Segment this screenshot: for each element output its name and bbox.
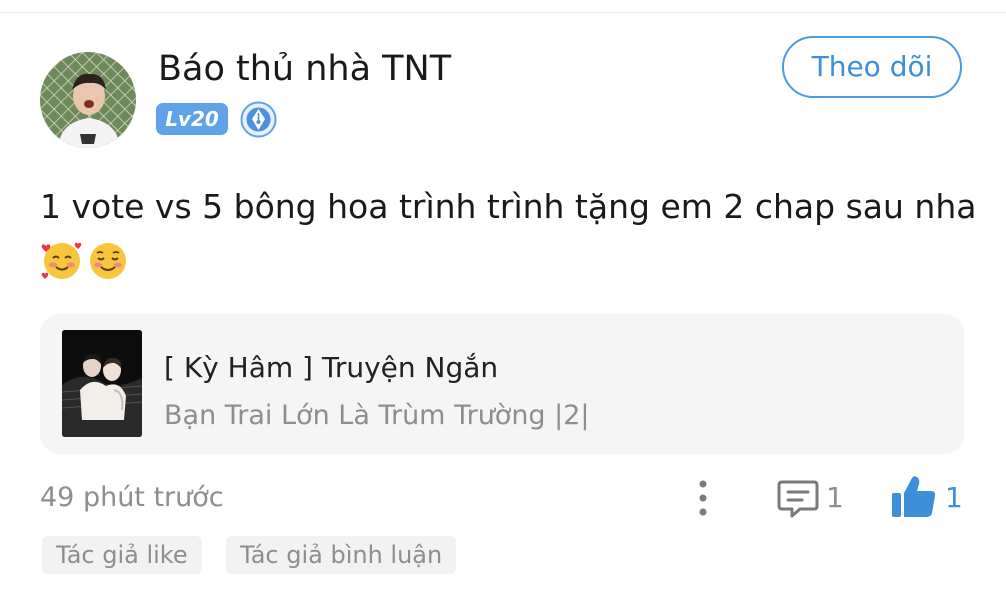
emoji-row xyxy=(40,238,130,284)
timestamp: 49 phút trước xyxy=(40,482,224,513)
level-badge: Lv20 xyxy=(156,103,228,135)
story-cover-image xyxy=(62,330,142,437)
comment-card: Báo thủ nhà TNT Lv20 Theo dõi 1 vote vs … xyxy=(0,0,1006,600)
story-card[interactable]: [ Kỳ Hâm ] Truyện Ngắn Bạn Trai Lớn Là T… xyxy=(40,314,964,454)
follow-button[interactable]: Theo dõi xyxy=(782,36,962,98)
comment-icon[interactable] xyxy=(776,478,820,520)
smiling-face-icon xyxy=(90,243,126,279)
story-chapter: Bạn Trai Lớn Là Trùm Trường |2| xyxy=(164,400,590,431)
tag-author-like: Tác giả like xyxy=(42,536,202,574)
avatar[interactable] xyxy=(40,52,136,148)
tag-author-comment: Tác giả bình luận xyxy=(226,536,457,574)
story-title: [ Kỳ Hâm ] Truyện Ngắn xyxy=(164,351,499,384)
comment-count: 1 xyxy=(826,481,844,514)
smiling-face-with-hearts-icon xyxy=(41,242,82,279)
post-text: 1 vote vs 5 bông hoa trình trình tặng em… xyxy=(40,187,977,226)
like-count: 1 xyxy=(945,481,963,514)
pen-nib-icon xyxy=(240,101,277,138)
author-name[interactable]: Báo thủ nhà TNT xyxy=(158,46,451,92)
thumbs-up-icon[interactable] xyxy=(890,474,938,520)
more-options-icon[interactable] xyxy=(692,478,714,518)
top-divider xyxy=(0,12,1006,13)
